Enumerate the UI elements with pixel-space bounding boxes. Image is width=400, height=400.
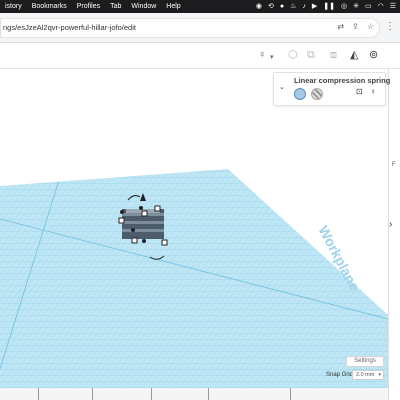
cruise-icon[interactable]: ⊚: [369, 48, 378, 62]
dock-separator: [151, 388, 152, 400]
dock-separator: [290, 388, 291, 400]
panel-tab-letter: F: [392, 162, 396, 168]
dropdown-caret-icon[interactable]: ▾: [270, 51, 274, 65]
battery-icon[interactable]: ▭: [365, 0, 372, 13]
mirror-icon[interactable]: ◭: [350, 48, 358, 62]
control-center-icon[interactable]: ☰: [390, 0, 396, 13]
visibility-bulb-icon[interactable]: ♀: [370, 87, 376, 96]
menu-history[interactable]: istory: [0, 0, 27, 13]
macos-menu-bar: istory Bookmarks Profiles Tab Window Hel…: [0, 0, 400, 13]
sync-icon[interactable]: ⟲: [268, 0, 274, 13]
bookmark-star-icon[interactable]: ☆: [367, 18, 374, 36]
address-bar-text: ngs/esJzeAl2qvr-powerful-hillar-jofo/edi…: [3, 23, 136, 32]
settings-button[interactable]: Settings: [346, 356, 384, 367]
bell-icon[interactable]: ♪: [302, 0, 306, 13]
menu-bookmarks[interactable]: Bookmarks: [27, 0, 72, 13]
group-icon[interactable]: ⬡: [288, 48, 298, 62]
spotify-icon[interactable]: ◎: [341, 0, 347, 13]
wifi-icon[interactable]: ◠: [378, 0, 384, 13]
lock-icon[interactable]: ⊡: [356, 87, 363, 96]
more-menu-icon[interactable]: ⋮: [385, 18, 395, 36]
menu-help[interactable]: Help: [161, 0, 185, 13]
browser-toolbar: ngs/esJzeAl2qvr-powerful-hillar-jofo/edi…: [0, 13, 400, 43]
play-icon[interactable]: ▶: [312, 0, 317, 13]
solid-color-swatch[interactable]: [294, 88, 306, 100]
snap-grid-select[interactable]: 2.0 mm: [352, 370, 384, 380]
dock-strip: [0, 388, 388, 400]
workplane-svg: Workplane: [0, 169, 388, 400]
pause-icon[interactable]: ❚❚: [323, 0, 335, 13]
record-icon[interactable]: ●: [280, 0, 284, 13]
editor-toolbar: ♀ ▾ ⬡ ⧉ ⧈ ◭ ⊚: [0, 43, 400, 69]
flame-icon[interactable]: ♨: [290, 0, 296, 13]
address-bar[interactable]: ngs/esJzeAl2qvr-powerful-hillar-jofo/edi…: [0, 18, 380, 38]
address-bar-actions: ⇄ ⇪ ☆: [337, 18, 374, 36]
dock-separator: [208, 388, 209, 400]
menu-tab[interactable]: Tab: [105, 0, 126, 13]
chrome-icon[interactable]: ◉: [256, 0, 262, 13]
3d-viewport[interactable]: Workplane: [0, 69, 388, 400]
inspector-title: Linear compression spring: [294, 76, 391, 85]
sparkle-icon[interactable]: ✳: [353, 0, 359, 13]
right-panel-gutter: F ›: [388, 69, 400, 400]
workplane-grid: [0, 169, 388, 400]
dock-separator: [38, 388, 39, 400]
translate-icon[interactable]: ⇄: [337, 18, 344, 36]
chevron-right-icon[interactable]: ›: [389, 219, 392, 230]
shape-inspector: ⌄ Linear compression spring ⊡ ♀: [273, 72, 390, 106]
align-icon[interactable]: ⧈: [330, 48, 337, 62]
light-bulb-icon[interactable]: ♀: [258, 48, 266, 62]
share-icon[interactable]: ⇪: [352, 18, 359, 36]
snap-grid-label: Snap Grid: [326, 372, 354, 378]
menu-profiles[interactable]: Profiles: [72, 0, 105, 13]
menu-window[interactable]: Window: [126, 0, 161, 13]
status-area: ◉ ⟲ ● ♨ ♪ ▶ ❚❚ ◎ ✳ ▭ ◠ ☰: [256, 0, 400, 13]
ungroup-icon[interactable]: ⧉: [307, 48, 315, 62]
hole-swatch[interactable]: [311, 88, 323, 100]
dock-separator: [92, 388, 93, 400]
chevron-down-icon[interactable]: ⌄: [279, 83, 285, 91]
